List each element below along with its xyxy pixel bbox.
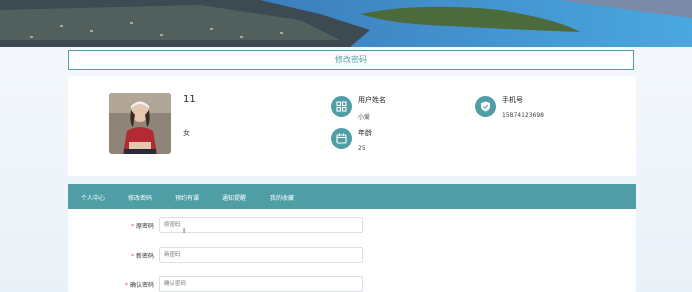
confirm-password-label: * 确认密码 — [68, 280, 154, 289]
phone-value: 15874123698 — [502, 112, 544, 119]
phone-label: 手机号 — [502, 96, 523, 104]
confirm-password-input[interactable] — [159, 276, 363, 292]
avatar — [109, 93, 171, 154]
tab-bar: 个人中心 修改密码 预约有课 通知提醒 我的收藏 — [68, 184, 636, 209]
password-form: *原密码 *新密码 *确认密码 — [68, 209, 636, 292]
new-password-label: * 新密码 — [68, 251, 154, 260]
name-value: 小爱 — [358, 114, 371, 121]
new-password-input[interactable] — [159, 247, 363, 263]
age-label: 年龄 — [358, 129, 372, 137]
shield-icon — [475, 96, 496, 117]
old-password-label: * 原密码 — [68, 221, 154, 230]
required-mark: * — [130, 253, 134, 260]
old-password-label-text: 原密码 — [135, 223, 154, 230]
banner-image — [0, 0, 692, 47]
tab-personal-center[interactable]: 个人中心 — [81, 193, 105, 202]
profile-card: 11 女 用户姓名 小爱 手机号 15874123698 年龄 25 — [68, 76, 636, 176]
text-cursor-icon: I — [183, 227, 186, 235]
tab-change-password[interactable]: 修改密码 — [128, 193, 152, 202]
required-mark: * — [130, 223, 134, 230]
tab-favorites[interactable]: 我的收藏 — [270, 193, 294, 202]
confirm-password-label-text: 确认密码 — [129, 282, 154, 289]
new-password-label-text: 新密码 — [135, 253, 154, 260]
name-label: 用户姓名 — [358, 96, 386, 104]
grid-icon — [331, 96, 352, 117]
tab-appointments[interactable]: 预约有课 — [175, 193, 199, 202]
calendar-icon — [331, 128, 352, 149]
gender: 女 — [183, 129, 190, 137]
required-mark: * — [124, 282, 128, 289]
tab-notifications[interactable]: 通知提醒 — [222, 193, 246, 202]
age-value: 25 — [358, 145, 366, 152]
page-title: 修改密码 — [68, 50, 634, 70]
username: 11 — [183, 94, 196, 105]
old-password-input[interactable] — [159, 217, 363, 233]
